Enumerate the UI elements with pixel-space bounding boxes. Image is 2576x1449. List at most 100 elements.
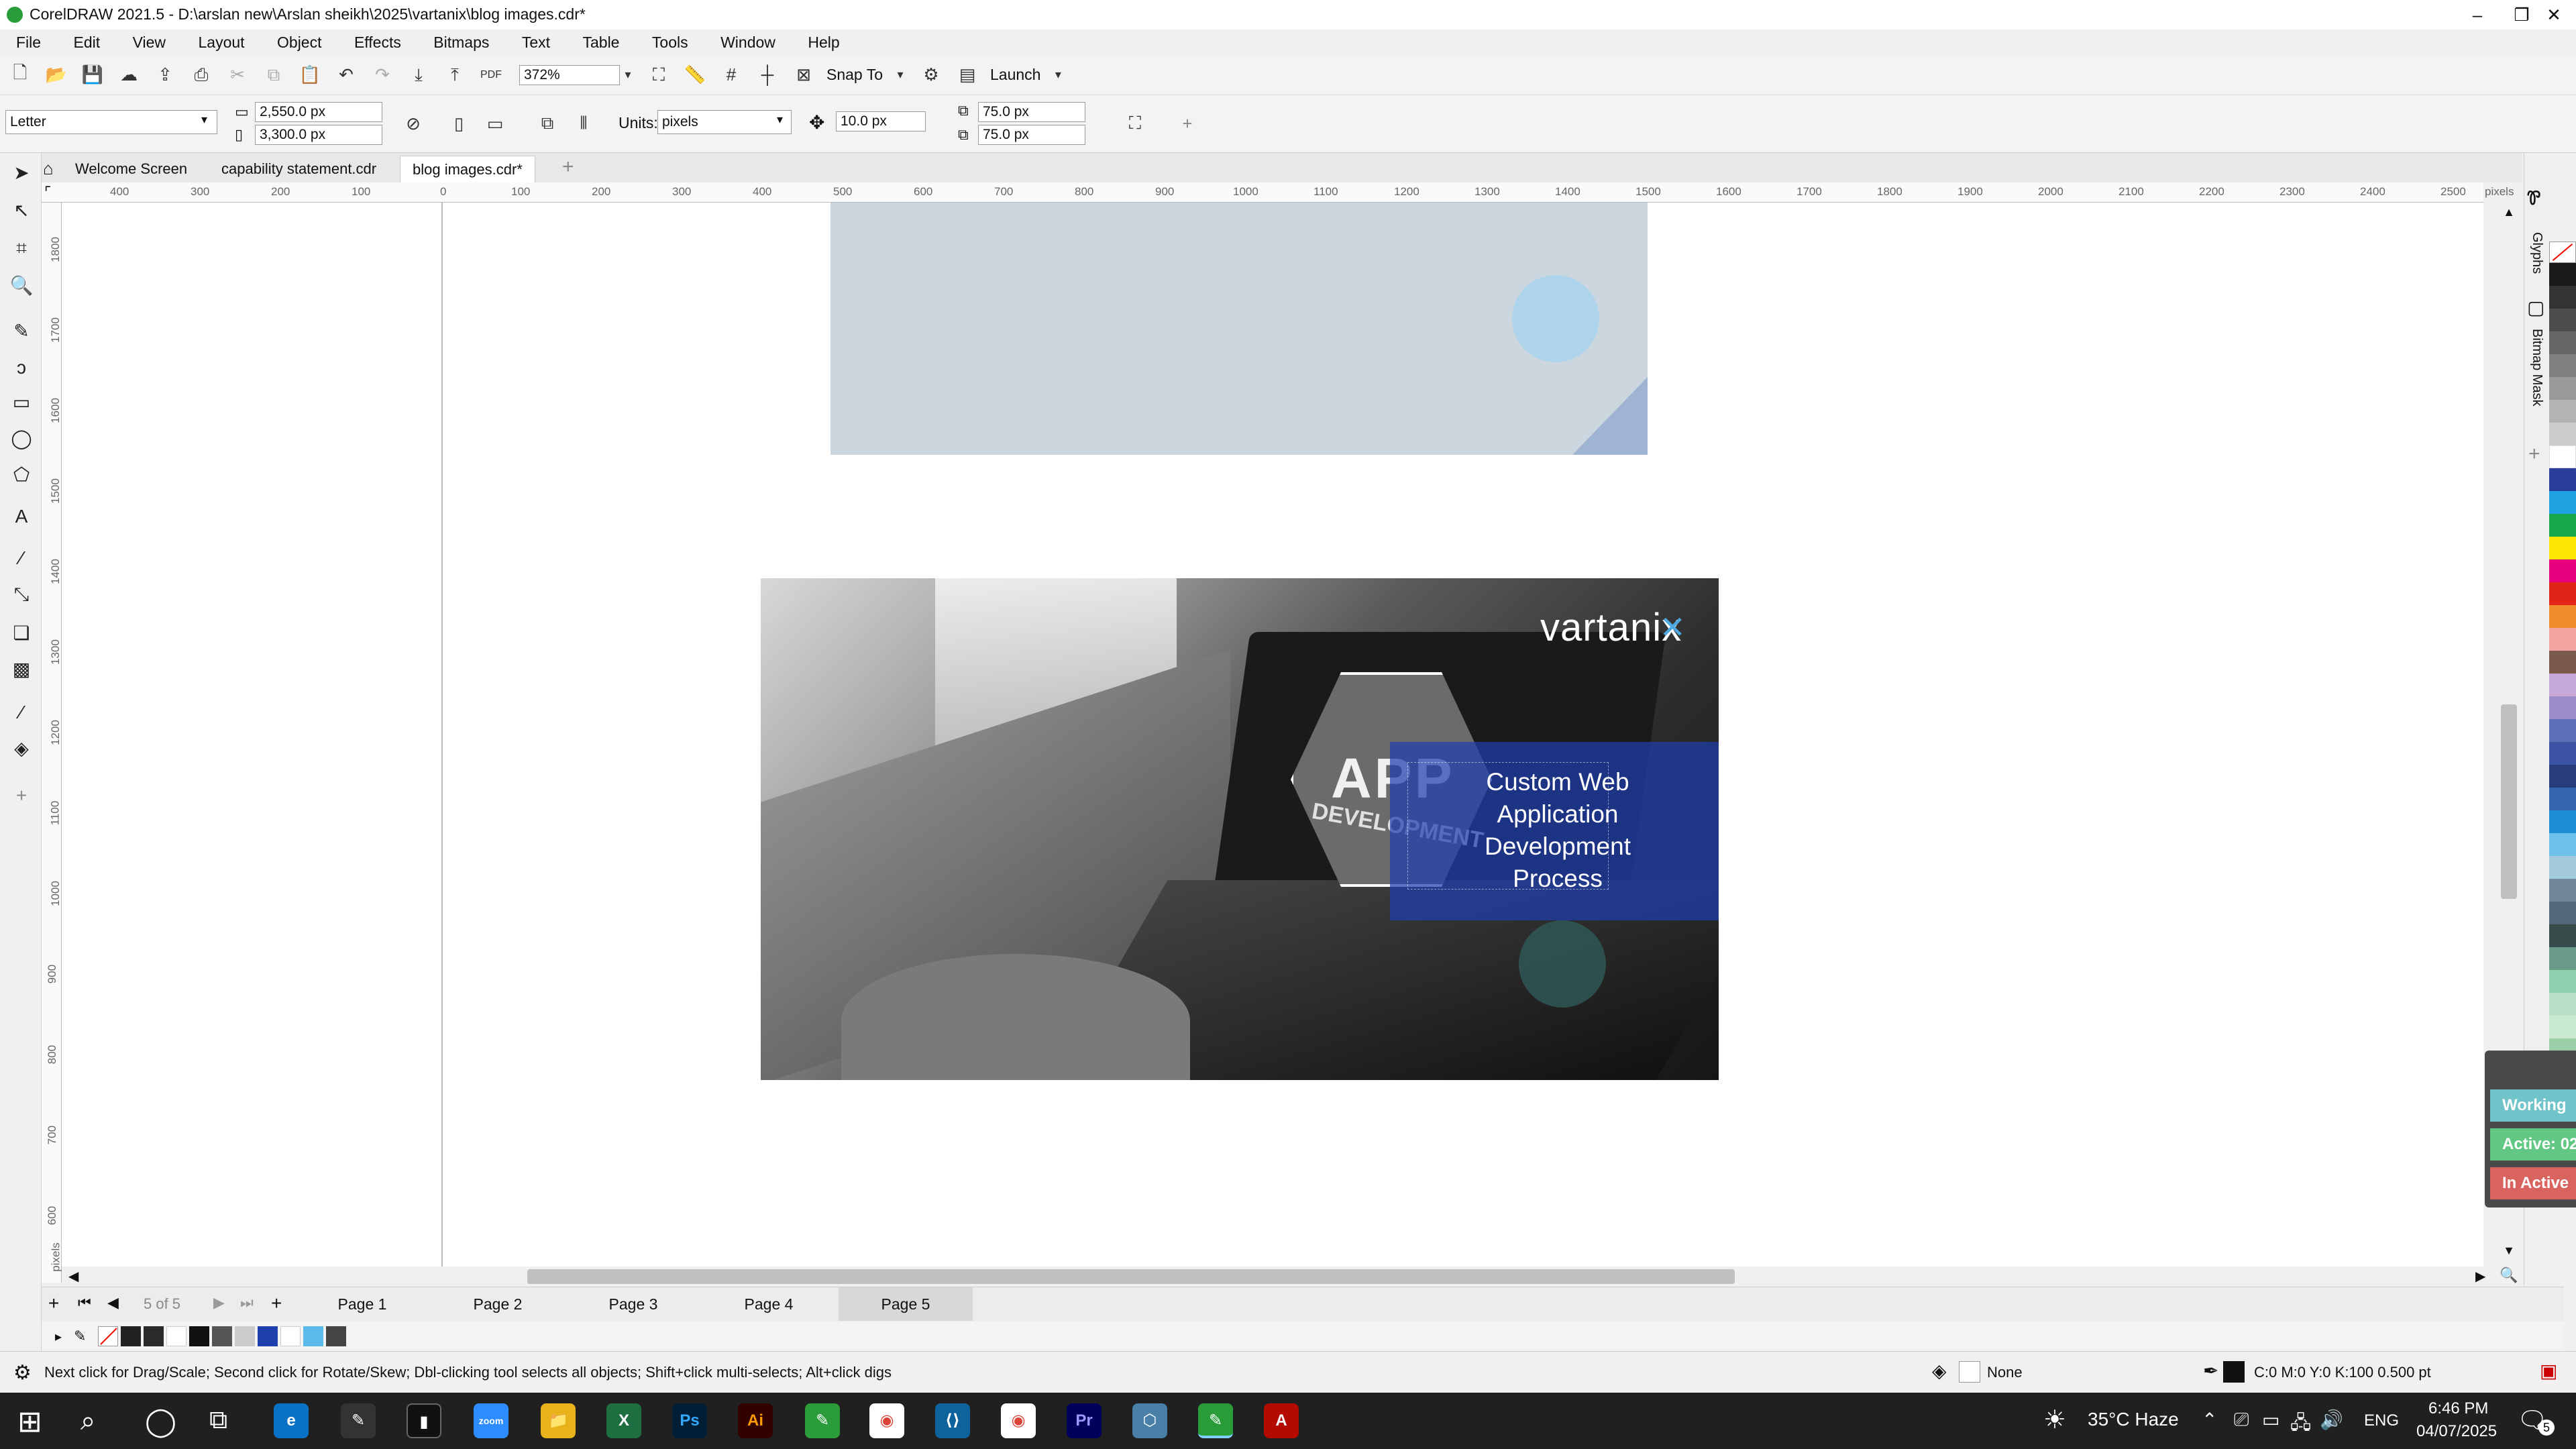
chrome-icon[interactable]: ◉ — [869, 1403, 904, 1438]
page-tab-3[interactable]: Page 3 — [566, 1287, 700, 1321]
swatch-charcoal-teal[interactable] — [2549, 924, 2576, 947]
snap-chevron-icon[interactable]: ▾ — [892, 62, 908, 89]
horizontal-ruler[interactable]: ⌜ 400 300 200 100 0 100 200 300 400 500 … — [42, 182, 2514, 203]
doc-swatch-dark[interactable] — [144, 1326, 164, 1346]
swatch-light-green[interactable] — [2549, 1016, 2576, 1038]
save-icon[interactable]: 💾 — [79, 62, 106, 89]
menu-object[interactable]: Object — [277, 30, 321, 55]
swatch-lavender[interactable] — [2549, 674, 2576, 696]
swatch-purple[interactable] — [2549, 696, 2576, 719]
undo-icon[interactable]: ↶ — [333, 62, 360, 89]
palette-eyedropper-icon[interactable]: ✎ — [74, 1328, 86, 1345]
add-page-before-icon[interactable]: + — [48, 1293, 59, 1314]
cortana-icon[interactable]: ◯ — [145, 1405, 176, 1438]
search-icon[interactable]: ⌕ — [80, 1406, 95, 1436]
doc-swatch-blue[interactable] — [258, 1326, 278, 1346]
import-icon[interactable]: ⤓ — [405, 62, 432, 89]
show-rulers-icon[interactable]: 📏 — [682, 62, 708, 89]
launch-app-icon[interactable]: ▤ — [954, 62, 981, 89]
battery-icon[interactable]: ▭ — [2262, 1409, 2279, 1431]
volume-icon[interactable]: 🔊 — [2320, 1409, 2343, 1431]
polygon-tool-icon[interactable]: ⬠ — [8, 462, 35, 488]
glyphs-icon[interactable]: Ꮘ — [2527, 188, 2541, 210]
swatch-steel-blue[interactable] — [2549, 719, 2576, 742]
eyedropper-icon[interactable]: ⁄ — [8, 699, 35, 726]
ruler-origin-icon[interactable]: ⌜ — [44, 184, 51, 201]
launch-chevron-icon[interactable]: ▾ — [1050, 62, 1066, 89]
print-icon[interactable]: ⎙ — [188, 62, 215, 89]
tab-welcome-screen[interactable]: Welcome Screen — [63, 156, 199, 182]
swatch-pale-blue[interactable] — [2549, 856, 2576, 879]
add-page-after-icon[interactable]: + — [271, 1293, 282, 1314]
working-status-badge[interactable]: Working — [2490, 1089, 2576, 1122]
launch-dropdown[interactable]: Launch — [990, 66, 1040, 84]
doc-swatch-sky[interactable] — [303, 1326, 324, 1346]
edge-icon[interactable]: e — [274, 1403, 309, 1438]
menu-bitmaps[interactable]: Bitmaps — [433, 30, 489, 55]
swatch-gray-90[interactable] — [2549, 286, 2576, 309]
swatch-navy[interactable] — [2549, 468, 2576, 491]
clock-time[interactable]: 6:46 PM — [2428, 1399, 2488, 1418]
swatch-pink[interactable] — [2549, 628, 2576, 651]
page-tab-2[interactable]: Page 2 — [431, 1287, 565, 1321]
docker-tab-bitmap-mask[interactable]: Bitmap Mask — [2529, 329, 2544, 407]
drop-shadow-icon[interactable]: ❏ — [8, 620, 35, 647]
color-management-icon[interactable]: ▣ — [2540, 1360, 2557, 1382]
redo-icon[interactable]: ↷ — [369, 62, 396, 89]
menu-table[interactable]: Table — [582, 30, 619, 55]
add-icon[interactable]: + — [1174, 110, 1201, 137]
swatch-black[interactable] — [2549, 263, 2576, 286]
artwork-gray-panel[interactable] — [830, 203, 1648, 455]
outline-pen-icon[interactable]: ✒ — [2203, 1360, 2218, 1382]
swatch-gray-50[interactable] — [2549, 377, 2576, 400]
page-width-field[interactable]: 2,550.0 px — [255, 102, 382, 122]
fill-indicator-icon[interactable]: ◈ — [1932, 1360, 1947, 1382]
tab-blog-images[interactable]: blog images.cdr* — [400, 156, 535, 182]
menu-view[interactable]: View — [133, 30, 166, 55]
last-page-icon[interactable]: ⏭ — [240, 1294, 254, 1311]
app-hex-icon[interactable]: ⬡ — [1132, 1403, 1167, 1438]
zoom-dropdown-chevron-icon[interactable]: ▾ — [620, 62, 636, 89]
coreldraw-active-icon[interactable]: ✎ — [1198, 1403, 1233, 1438]
swatch-sky[interactable] — [2549, 833, 2576, 856]
excel-icon[interactable]: X — [606, 1403, 641, 1438]
swatch-gray-30[interactable] — [2549, 423, 2576, 445]
pick-tool-icon[interactable]: ➤ — [8, 160, 35, 186]
menu-text[interactable]: Text — [522, 30, 550, 55]
doc-swatch-light-gray[interactable] — [235, 1326, 256, 1346]
text-tool-icon[interactable]: A — [8, 503, 35, 530]
menu-help[interactable]: Help — [808, 30, 839, 55]
scroll-up-icon[interactable]: ▲ — [2497, 205, 2521, 219]
open-folder-icon[interactable]: 📂 — [43, 62, 70, 89]
task-view-icon[interactable]: ⧉ — [209, 1406, 227, 1435]
coreldraw-taskbar-icon[interactable]: ✎ — [805, 1403, 840, 1438]
weather-icon[interactable]: ☀ — [2043, 1405, 2066, 1435]
status-gear-icon[interactable]: ⚙ — [13, 1361, 32, 1385]
connector-tool-icon[interactable]: ⤡ — [8, 581, 35, 608]
transparency-icon[interactable]: ▩ — [8, 656, 35, 683]
weather-text[interactable]: 35°C Haze — [2088, 1409, 2179, 1430]
illustrator-icon[interactable]: Ai — [738, 1403, 773, 1438]
new-tab-icon[interactable]: + — [562, 156, 574, 178]
scroll-left-icon[interactable]: ◀ — [68, 1268, 78, 1285]
shape-tool-icon[interactable]: ↖ — [8, 197, 35, 224]
fill-none-swatch[interactable] — [1959, 1361, 1980, 1383]
palette-expand-icon[interactable]: ▸ — [55, 1328, 62, 1345]
page-tab-5[interactable]: Page 5 — [839, 1287, 973, 1321]
portrait-icon[interactable]: ▯ — [445, 110, 472, 137]
swatch-pale-mint[interactable] — [2549, 993, 2576, 1016]
swatch-royal-blue[interactable] — [2549, 742, 2576, 765]
acrobat-icon[interactable]: A — [1264, 1403, 1299, 1438]
tab-capability-statement[interactable]: capability statement.cdr — [209, 156, 388, 182]
overlay-heading[interactable]: Custom Web Application Development Proce… — [1457, 766, 1658, 895]
full-screen-icon[interactable]: ⛶ — [645, 62, 672, 89]
title-overlay-box[interactable]: Custom Web Application Development Proce… — [1390, 742, 1719, 920]
swatch-gray-80[interactable] — [2549, 309, 2576, 331]
clock-date[interactable]: 04/07/2025 — [2416, 1422, 2497, 1441]
landscape-icon[interactable]: ▭ — [482, 110, 508, 137]
swatch-gray-70[interactable] — [2549, 331, 2576, 354]
units-select[interactable]: pixels — [657, 110, 792, 134]
premiere-icon[interactable]: Pr — [1067, 1403, 1102, 1438]
menu-effects[interactable]: Effects — [354, 30, 401, 55]
prev-page-icon[interactable]: ◀ — [107, 1294, 119, 1311]
